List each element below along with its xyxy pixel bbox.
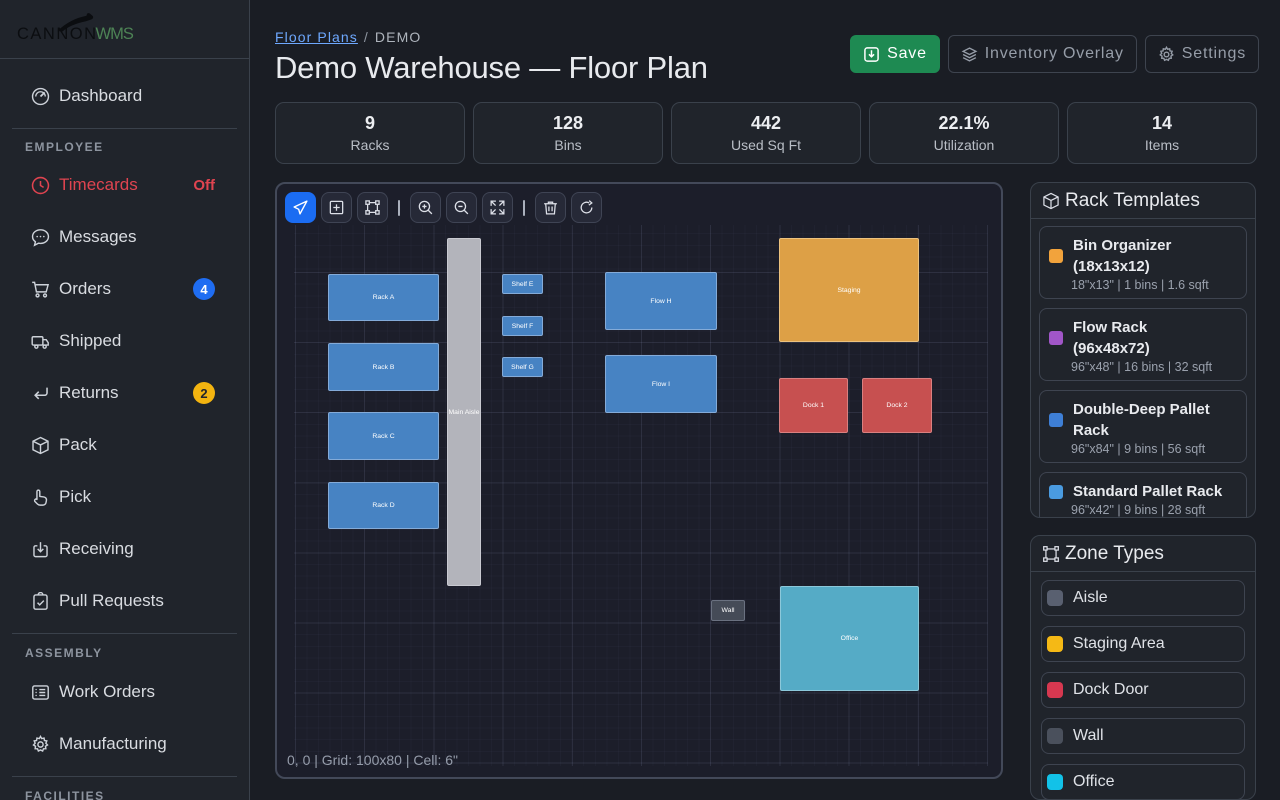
- svg-text:WMS: WMS: [96, 25, 134, 43]
- svg-text:CANNON: CANNON: [17, 25, 98, 43]
